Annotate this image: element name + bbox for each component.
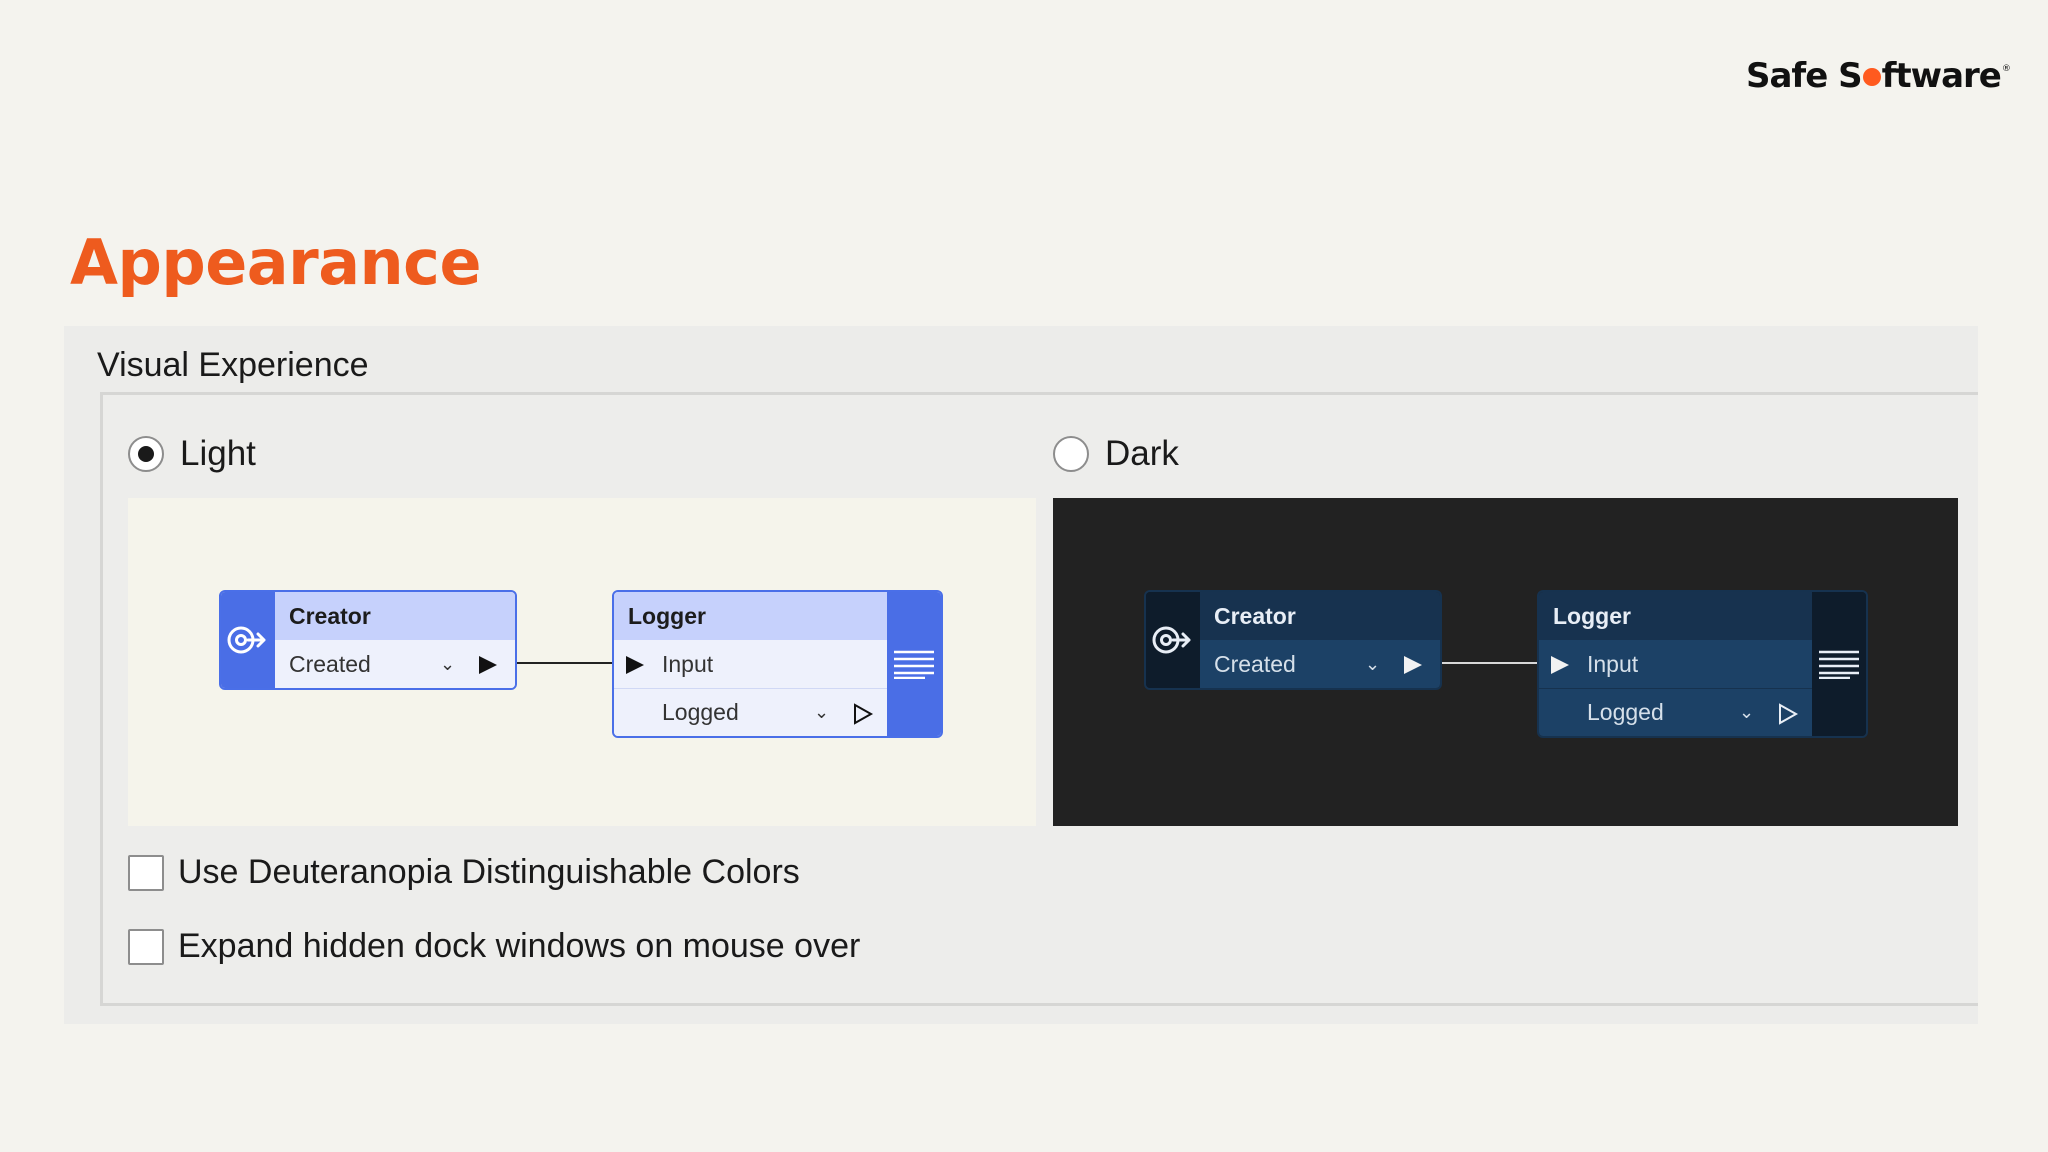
theme-option-dark[interactable]: Dark [1053, 434, 1179, 474]
logger-lines-icon [887, 592, 941, 736]
logger-output-port[interactable]: Logged ⌄ [614, 688, 887, 736]
logger-title: Logger [614, 592, 887, 640]
expand-dock-option[interactable]: Expand hidden dock windows on mouse over [128, 927, 860, 966]
chevron-down-icon[interactable]: ⌄ [814, 702, 829, 723]
logger-output-label: Logged [1587, 699, 1664, 725]
logger-input-port[interactable]: Input [1539, 640, 1812, 688]
creator-port-label: Created [1214, 650, 1296, 677]
creator-port-label: Created [289, 650, 371, 677]
logger-lines-icon [1812, 592, 1866, 736]
creator-output-port[interactable]: Created ⌄ [275, 640, 515, 688]
page-title: Appearance [70, 226, 482, 299]
creator-output-port[interactable]: Created ⌄ [1200, 640, 1440, 688]
output-triangle-outline-icon[interactable] [1777, 703, 1799, 725]
logger-input-label: Input [1587, 650, 1639, 677]
creator-icon [1146, 592, 1200, 688]
creator-node[interactable]: Creator Created ⌄ [219, 590, 517, 690]
creator-title: Creator [275, 592, 515, 640]
theme-option-light[interactable]: Light [128, 434, 256, 474]
logger-input-label: Input [662, 650, 714, 677]
safe-software-logo: Safe S ftware ® [1746, 56, 2011, 96]
creator-icon [221, 592, 275, 688]
logger-node[interactable]: Logger Input Logged ⌄ [612, 590, 943, 738]
logger-title: Logger [1539, 592, 1812, 640]
light-label: Light [180, 434, 256, 473]
logo-dot-icon [1862, 68, 1881, 86]
light-radio[interactable] [128, 436, 164, 472]
output-triangle-icon[interactable] [477, 654, 499, 676]
output-triangle-outline-icon[interactable] [852, 703, 874, 725]
output-triangle-icon[interactable] [1402, 654, 1424, 676]
dark-radio[interactable] [1053, 436, 1089, 472]
input-triangle-icon [626, 656, 644, 674]
chevron-down-icon[interactable]: ⌄ [1365, 654, 1380, 675]
deuteranopia-label: Use Deuteranopia Distinguishable Colors [178, 853, 800, 891]
expand-dock-checkbox[interactable] [128, 928, 164, 965]
logger-output-label: Logged [662, 699, 739, 725]
section-label: Visual Experience [97, 346, 369, 384]
chevron-down-icon[interactable]: ⌄ [440, 654, 455, 675]
deuteranopia-checkbox[interactable] [128, 854, 164, 891]
deuteranopia-option[interactable]: Use Deuteranopia Distinguishable Colors [128, 853, 800, 892]
creator-title: Creator [1200, 592, 1440, 640]
dark-label: Dark [1105, 434, 1179, 473]
logger-input-port[interactable]: Input [614, 640, 887, 688]
logger-output-port[interactable]: Logged ⌄ [1539, 688, 1812, 736]
logger-node[interactable]: Logger Input Logged ⌄ [1537, 590, 1868, 738]
logo-text-left: Safe S [1746, 56, 1863, 96]
light-theme-preview[interactable]: Creator Created ⌄ Logger Input Logged ⌄ [128, 498, 1036, 826]
logo-trademark: ® [2001, 64, 2011, 74]
dark-theme-preview[interactable]: Creator Created ⌄ Logger Input Logged ⌄ [1053, 498, 1958, 826]
creator-node[interactable]: Creator Created ⌄ [1144, 590, 1442, 690]
input-triangle-icon [1551, 656, 1569, 674]
logo-text-right: ftware [1881, 56, 2002, 96]
expand-dock-label: Expand hidden dock windows on mouse over [178, 927, 861, 965]
chevron-down-icon[interactable]: ⌄ [1739, 702, 1754, 723]
